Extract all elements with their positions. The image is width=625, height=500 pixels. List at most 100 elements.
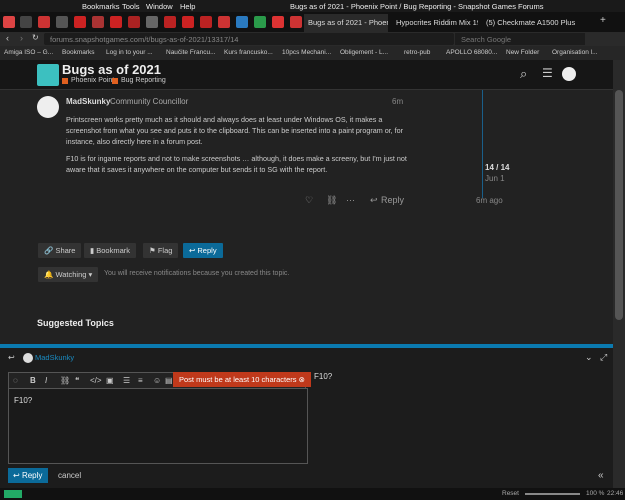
gmail-tab-icon[interactable]	[3, 16, 15, 28]
collapse-icon[interactable]: ⌄	[585, 352, 593, 363]
hide-preview-icon[interactable]: «	[598, 470, 604, 481]
tab-icon[interactable]	[128, 16, 140, 28]
back-icon[interactable]: ‹	[6, 33, 9, 43]
bookmark-item[interactable]: Organisation l...	[552, 49, 598, 56]
zoom-slider[interactable]	[525, 493, 580, 495]
reply-to-user[interactable]: MadSkunky	[35, 353, 74, 362]
bookmark-item[interactable]: 10pcs Mechani...	[282, 49, 331, 56]
tab-icon[interactable]	[200, 16, 212, 28]
bookmark-item[interactable]: Log in to your ...	[106, 49, 153, 56]
tab-icon[interactable]	[56, 16, 68, 28]
bookmark-item[interactable]: Amiga ISO – G...	[4, 49, 53, 56]
window-title: Bugs as of 2021 - Phoenix Point / Bug Re…	[290, 2, 544, 11]
bullet-list-icon[interactable]: ☰	[123, 376, 130, 385]
tab-active[interactable]: Bugs as of 2021 - Phoenix	[304, 14, 388, 32]
new-tab-icon[interactable]: +	[600, 15, 606, 26]
tab-icon[interactable]	[272, 16, 284, 28]
link-icon[interactable]: ⛓	[326, 195, 337, 206]
search-input[interactable]: Search Google	[455, 33, 585, 45]
menu-bookmarks[interactable]: Bookmarks	[82, 2, 120, 11]
reply-textarea[interactable]: F10?	[8, 388, 308, 464]
forward-icon[interactable]: ›	[20, 33, 23, 43]
like-icon[interactable]: ♡	[305, 195, 313, 206]
italic-icon[interactable]: I	[45, 376, 47, 385]
reload-icon[interactable]: ↻	[32, 33, 39, 42]
scrollbar-thumb[interactable]	[615, 90, 623, 320]
site-logo[interactable]	[37, 64, 59, 86]
tab-icon[interactable]	[290, 16, 302, 28]
quote-icon[interactable]: ❝	[75, 376, 79, 385]
timeline-track[interactable]	[482, 90, 483, 198]
flag-button[interactable]: ⚑ Flag	[143, 243, 179, 258]
bookmark-item[interactable]: Obligement - L...	[340, 49, 388, 56]
emoji-icon[interactable]: ☺	[153, 376, 161, 385]
cancel-link[interactable]: cancel	[58, 471, 81, 480]
menu-window[interactable]: Window	[146, 2, 173, 11]
topic-title[interactable]: Bugs as of 2021	[62, 62, 161, 77]
bookmark-item[interactable]: Kurs francusko...	[224, 49, 273, 56]
tab-checkmate[interactable]: (5) Checkmate A1500 Plus	[482, 14, 590, 32]
bookmark-item[interactable]: Naučite Francu...	[166, 49, 216, 56]
user-avatar[interactable]	[562, 67, 576, 81]
share-button[interactable]: 🔗 Share	[38, 243, 82, 258]
more-icon[interactable]: ···	[346, 195, 355, 205]
tab-icon[interactable]	[254, 16, 266, 28]
bookmark-button[interactable]: ▮ Bookmark	[84, 243, 136, 258]
tab-icon[interactable]	[236, 16, 248, 28]
link-icon[interactable]: ⛓	[60, 376, 70, 385]
reply-icon[interactable]: ↩	[370, 195, 378, 206]
tab-icon[interactable]	[146, 16, 158, 28]
timeline-ago[interactable]: 6m ago	[476, 196, 503, 205]
zoom-reset[interactable]: Reset	[502, 490, 519, 497]
timeline-date[interactable]: Jun 1	[485, 174, 505, 183]
author-title: Community Councillor	[110, 97, 189, 106]
fullscreen-icon[interactable]: ⤢	[600, 352, 607, 363]
bookmarks-bar: Amiga ISO – G... Bookmarks Log in to you…	[0, 46, 625, 60]
tab-icon[interactable]	[74, 16, 86, 28]
reply-icon: ↩	[189, 246, 196, 255]
post-paragraph: Printscreen works pretty much as it shou…	[66, 115, 404, 146]
bookmark-item[interactable]: Bookmarks	[62, 49, 95, 56]
author-name[interactable]: MadSkunky	[66, 97, 110, 106]
menu-bar: Bookmarks Tools Window Help Bugs as of 2…	[0, 0, 625, 12]
category-crumb[interactable]: Phoenix Point	[62, 77, 114, 84]
tab-icon[interactable]	[218, 16, 230, 28]
tab-icon[interactable]	[110, 16, 122, 28]
code-icon[interactable]: </>	[90, 376, 102, 385]
reply-button[interactable]: ↩ Reply	[183, 243, 223, 258]
menu-icon[interactable]: ☰	[542, 66, 553, 80]
menu-help[interactable]: Help	[180, 2, 195, 11]
tab-icon[interactable]	[164, 16, 176, 28]
error-tooltip: Post must be at least 10 characters ⊗	[173, 372, 311, 387]
post-reply-button[interactable]: Reply	[381, 195, 404, 205]
bookmark-icon: ▮	[90, 246, 95, 255]
search-icon[interactable]: ⌕	[520, 66, 527, 82]
reply-icon: ↩	[8, 353, 15, 362]
bookmark-item[interactable]: New Folder	[506, 49, 539, 56]
submit-reply-button[interactable]: ↩ Reply	[8, 468, 48, 483]
image-icon[interactable]: ▣	[106, 376, 114, 385]
author-avatar[interactable]	[37, 96, 59, 118]
tab-icon[interactable]	[182, 16, 194, 28]
flag-icon: ⚑	[149, 246, 156, 255]
menu-tools[interactable]: Tools	[122, 2, 140, 11]
tab-icon[interactable]	[38, 16, 50, 28]
calendar-icon[interactable]: ▤	[165, 376, 173, 385]
suggested-topics-heading: Suggested Topics	[37, 318, 114, 328]
notifications-button[interactable]: 🔔 Watching ▾	[38, 267, 99, 282]
subcategory-crumb[interactable]: Bug Reporting	[112, 77, 166, 84]
post-age[interactable]: 6m	[392, 97, 403, 106]
close-icon[interactable]: ⊗	[299, 375, 305, 384]
tab-icon[interactable]	[20, 16, 32, 28]
bold-icon[interactable]: B	[30, 376, 36, 385]
speech-bubble-icon[interactable]: ◌	[13, 376, 18, 385]
bell-icon: 🔔	[44, 270, 54, 279]
bookmark-item[interactable]: APOLLO 68080...	[446, 49, 497, 56]
tab-hypocrites[interactable]: Hypocrites Riddim Mix 1983	[392, 14, 478, 32]
url-input[interactable]: forums.snapshotgames.com/t/bugs-as-of-20…	[44, 33, 454, 45]
tab-icon[interactable]	[92, 16, 104, 28]
timeline-count: 14 / 14	[485, 163, 510, 172]
numbered-list-icon[interactable]: ≡	[138, 376, 143, 385]
reply-icon: ↩	[13, 471, 20, 480]
bookmark-item[interactable]: retro-pub	[404, 49, 430, 56]
